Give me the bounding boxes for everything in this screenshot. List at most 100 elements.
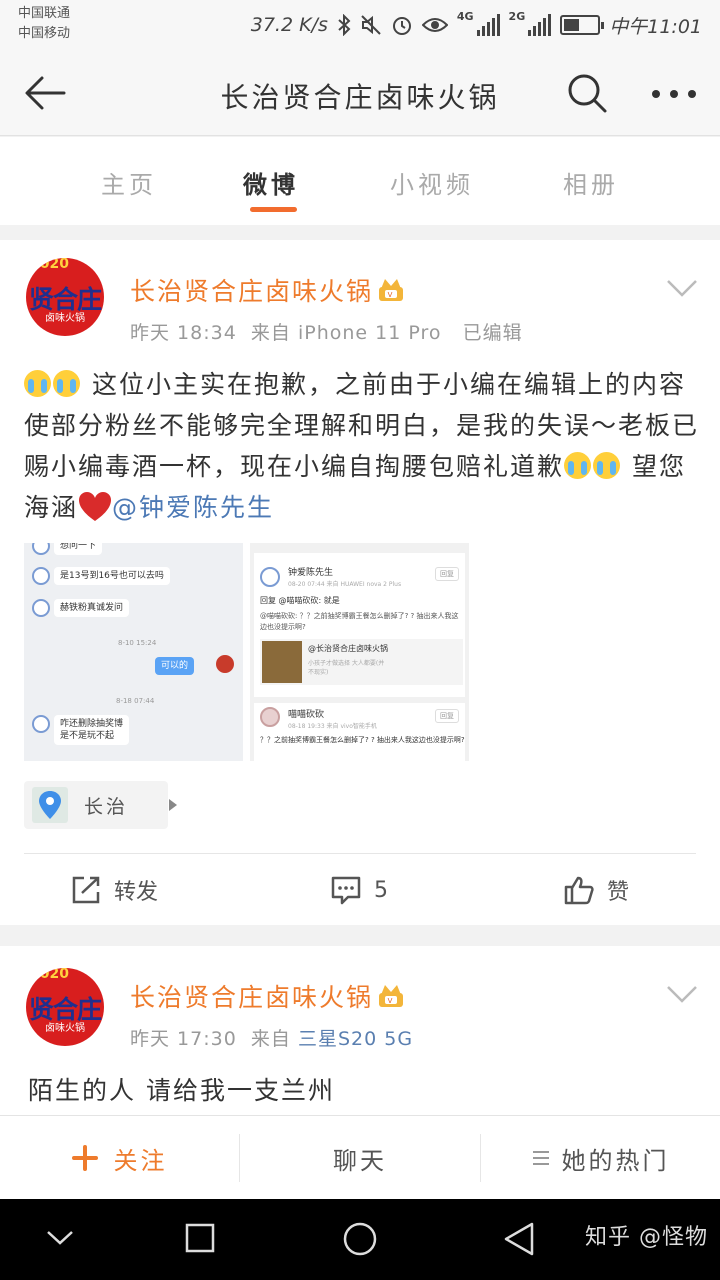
- comment-meta: 08-18 19:33 来自 vivo智能手机: [288, 723, 377, 730]
- top-nav-bar: 长治贤合庄卤味火锅: [0, 50, 720, 136]
- comment-reply-button: 回复: [435, 567, 459, 581]
- chat-avatar: [32, 543, 50, 555]
- page-title: 长治贤合庄卤味火锅: [220, 81, 500, 114]
- tab-home[interactable]: 主页: [101, 165, 157, 200]
- signal-icon-2: [528, 14, 552, 36]
- follow-label: 关注: [113, 1146, 168, 1175]
- battery-icon: [560, 15, 605, 35]
- attached-image-comments[interactable]: 钟爱陈先生 08-20 07:44 来自 HUAWEI nova 2 Plus …: [250, 543, 469, 761]
- chat-time: 8-10 15:24: [118, 639, 157, 647]
- chat-avatar: [32, 567, 50, 585]
- network-label-1: 4G: [456, 10, 474, 23]
- post-meta: 昨天 18:34 来自 iPhone 11 Pro 已编辑: [130, 318, 523, 345]
- status-icons: 37.2 K/s 4G 2G 中午11:01: [251, 10, 702, 40]
- recents-icon[interactable]: [184, 1222, 216, 1254]
- quoted-sub: 小孩子才做选择 大人都要(并不现实): [308, 660, 385, 676]
- quoted-post: @长治贤合庄卤味火锅 小孩子才做选择 大人都要(并不现实): [260, 639, 463, 685]
- hot-posts-label: 她的热门: [561, 1146, 670, 1175]
- tab-weibo[interactable]: 微博: [243, 165, 299, 200]
- comment-count: 5: [374, 877, 388, 903]
- location-chip[interactable]: 长治: [24, 781, 177, 829]
- tab-videos[interactable]: 小视频: [390, 165, 474, 200]
- hide-keyboard-icon[interactable]: [44, 1227, 76, 1247]
- avatar-sub: 卤味火锅: [45, 313, 85, 324]
- mute-icon: [361, 15, 381, 35]
- comment-icon: [331, 876, 361, 905]
- carrier-1: 中国联通: [18, 6, 71, 21]
- home-icon[interactable]: [342, 1221, 378, 1257]
- follow-button[interactable]: 关注: [0, 1116, 239, 1200]
- chat-bubble: 咋还删除抽奖博 是不是玩不起: [54, 715, 130, 745]
- post-text: 陌生的人 请给我一支兰州: [28, 1076, 335, 1105]
- more-options-icon[interactable]: [650, 88, 698, 100]
- post-time: 昨天 17:30: [130, 1028, 237, 1050]
- chat-avatar: [216, 655, 234, 673]
- chat-bubble: 想问一下: [54, 543, 103, 555]
- edited-label: 已编辑: [462, 322, 523, 344]
- crown-badge-icon: V: [379, 985, 404, 1007]
- repost-label: 转发: [114, 880, 159, 905]
- avatar-year: 2020: [30, 968, 69, 982]
- comment-card: 钟爱陈先生 08-20 07:44 来自 HUAWEI nova 2 Plus …: [254, 553, 465, 697]
- eye-icon: [421, 18, 448, 32]
- chat-avatar: [32, 599, 50, 617]
- comment-button[interactable]: 5: [330, 870, 388, 910]
- divider: [24, 853, 696, 854]
- hot-posts-button[interactable]: 她的热门: [481, 1116, 720, 1200]
- post-text: 这位小主实在抱歉，之前由于小编在编辑上的内容使部分粉丝不能够完全理解和明白，是我…: [24, 364, 700, 528]
- avatar-sub: 卤味火锅: [45, 1023, 85, 1034]
- thumbs-up-icon: [564, 876, 594, 905]
- search-icon[interactable]: [566, 72, 608, 114]
- chevron-down-icon[interactable]: [666, 278, 698, 298]
- repost-button[interactable]: 转发: [70, 870, 158, 910]
- chat-bubble-reply: 可以的: [155, 657, 195, 675]
- author-name[interactable]: 长治贤合庄卤味火锅 V: [130, 272, 405, 308]
- comment-text: 回复 @喵喵砍砍: 就是: [260, 596, 340, 605]
- profile-action-bar: 关注 聊天 她的热门: [0, 1115, 720, 1199]
- location-label: 长治: [84, 796, 129, 818]
- like-button[interactable]: 赞: [563, 870, 629, 910]
- comment-user: 喵喵砍砍: [288, 710, 325, 720]
- system-navigation-bar: 知乎 @怪物: [0, 1199, 720, 1280]
- chat-button[interactable]: 聊天: [240, 1116, 480, 1200]
- chevron-down-icon[interactable]: [666, 984, 698, 1004]
- chat-bubble: 赫铁粉真诚发问: [54, 599, 130, 617]
- chat-label: 聊天: [333, 1146, 387, 1175]
- mention-link[interactable]: @钟爱陈先生: [112, 493, 274, 522]
- comment-card: 喵喵砍砍 08-18 19:33 来自 vivo智能手机 回复 ？？之前抽奖博霸…: [254, 703, 465, 761]
- network-label-2: 2G: [508, 10, 526, 23]
- post-device[interactable]: 三星S20 5G: [298, 1028, 413, 1050]
- carrier-2: 中国移动: [18, 26, 71, 41]
- author-name[interactable]: 长治贤合庄卤味火锅 V: [130, 978, 405, 1014]
- avatar-year: 2020: [30, 258, 69, 272]
- author-name-text: 长治贤合庄卤味火锅: [130, 277, 374, 306]
- crying-emoji-icon: [53, 370, 80, 397]
- attached-image-chat[interactable]: 想问一下 是13号到16号也可以去吗 赫铁粉真诚发问 8-10 15:24 可以…: [24, 543, 243, 761]
- post-card[interactable]: 2020 贤合庄 卤味火锅 长治贤合庄卤味火锅 V 昨天 17:30 来自 三星S…: [0, 946, 720, 1116]
- back-triangle-icon[interactable]: [502, 1221, 536, 1257]
- quoted-author: @长治贤合庄卤味火锅: [308, 644, 388, 653]
- quoted-thumbnail: [262, 641, 302, 683]
- comment-text: ？？之前抽奖博霸王餐怎么删掉了? ? 抽出来人我这边也没提示啊?: [260, 736, 465, 744]
- crying-emoji-icon: [24, 370, 51, 397]
- profile-tabs: 主页 微博 小视频 相册: [0, 137, 720, 225]
- crown-badge-icon: V: [379, 279, 404, 301]
- crying-emoji-icon: [564, 452, 592, 479]
- comment-avatar: [260, 707, 280, 727]
- from-prefix: 来自: [250, 322, 291, 344]
- tab-album[interactable]: 相册: [563, 165, 619, 200]
- chevron-right-icon: [169, 799, 177, 811]
- author-name-text: 长治贤合庄卤味火锅: [130, 983, 374, 1012]
- location-pin-icon: [32, 787, 68, 823]
- avatar[interactable]: 2020 贤合庄 卤味火锅: [26, 258, 104, 336]
- chat-line: 是不是玩不起: [60, 731, 115, 741]
- bluetooth-icon: [338, 14, 351, 36]
- avatar[interactable]: 2020 贤合庄 卤味火锅: [26, 968, 104, 1046]
- comment-user: 钟爱陈先生: [288, 568, 334, 578]
- chat-bubble: 是13号到16号也可以去吗: [54, 567, 170, 585]
- carrier-info: 中国联通 中国移动: [18, 4, 70, 44]
- clock: 中午11:01: [609, 15, 702, 38]
- comment-meta: 08-20 07:44 来自 HUAWEI nova 2 Plus: [288, 581, 402, 588]
- list-icon: [532, 1151, 549, 1165]
- svg-text:V: V: [388, 997, 395, 1005]
